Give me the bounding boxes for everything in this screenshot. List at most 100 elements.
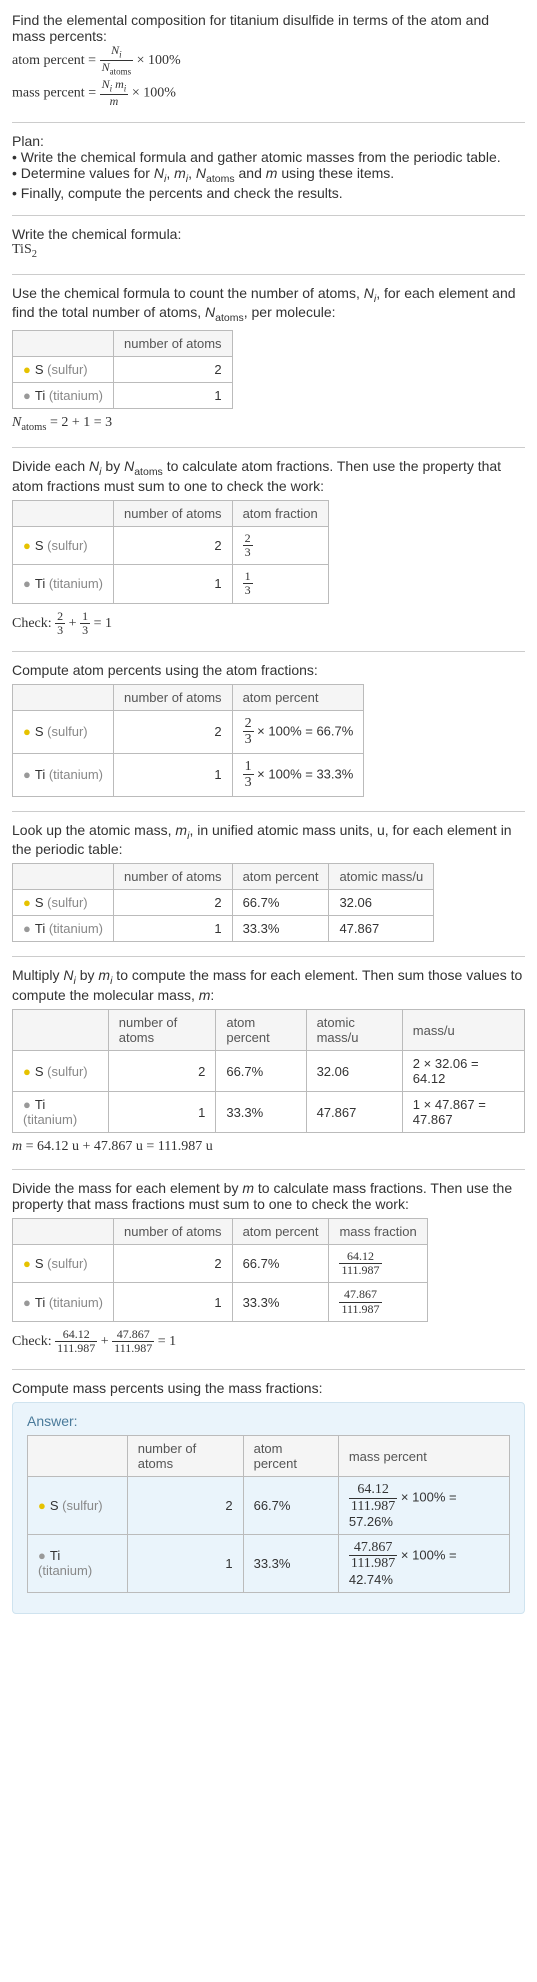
count-section: Use the chemical formula to count the nu… <box>12 285 525 433</box>
table-header-row: number of atoms atom percent atomic mass… <box>13 864 434 890</box>
s-mf-num: 64.12 <box>339 1250 381 1264</box>
header-natoms: number of atoms <box>114 500 233 526</box>
atomfrac-section: Divide each Ni by Natoms to calculate at… <box>12 458 525 637</box>
s-label: S <box>50 1498 62 1513</box>
ti-paren: (titanium) <box>49 388 103 403</box>
plan-b2-mid: and <box>235 165 266 181</box>
s-mf: 64.12111.987 <box>329 1245 427 1283</box>
header-natoms: number of atoms <box>114 331 233 357</box>
plan-b1: • Write the chemical formula and gather … <box>12 149 525 165</box>
header-frac: atom fraction <box>232 500 328 526</box>
titanium-cell: Ti (titanium) <box>13 1283 114 1321</box>
header-mass: atomic mass/u <box>329 864 434 890</box>
answer-box: Answer: number of atoms atom percent mas… <box>12 1402 525 1614</box>
atomfrac-text: Divide each Ni by Natoms to calculate at… <box>12 458 525 494</box>
mass-text: Look up the atomic mass, mi, in unified … <box>12 822 525 858</box>
divider <box>12 215 525 216</box>
header-mf: mass fraction <box>329 1219 427 1245</box>
s-count: 2 <box>108 1051 216 1092</box>
massfrac-text: Divide the mass for each element by m to… <box>12 1180 525 1212</box>
s-ans-num: 64.12 <box>349 1482 397 1498</box>
ap-lhs: atom percent = <box>12 53 100 68</box>
massfrac-section: Divide the mass for each element by m to… <box>12 1180 525 1355</box>
empty-header <box>28 1436 128 1477</box>
ti-count: 1 <box>114 1283 233 1321</box>
mp-times: × 100% <box>132 85 176 100</box>
ti-frac-num: 1 <box>243 570 253 584</box>
natoms-eq: Natoms = 2 + 1 = 3 <box>12 415 525 433</box>
formula-sub: 2 <box>32 249 37 260</box>
s-count: 2 <box>127 1477 243 1535</box>
ti-paren: (titanium) <box>23 1112 77 1127</box>
mf-pre: Divide the mass for each element by <box>12 1180 242 1196</box>
molmass-table: number of atoms atom percent atomic mass… <box>12 1009 525 1133</box>
mm-end: : <box>210 987 214 1003</box>
af-pre: Divide each <box>12 458 89 474</box>
mp-lhs: mass percent = <box>12 85 100 100</box>
s-count: 2 <box>114 357 233 383</box>
ti-label: Ti <box>35 767 49 782</box>
s-mass: 32.06 <box>329 890 434 916</box>
plan-b3: • Finally, compute the percents and chec… <box>12 185 525 201</box>
ti-pct: 13 × 100% = 33.3% <box>232 753 364 796</box>
ti-paren: (titanium) <box>49 767 103 782</box>
s-pct: 66.7% <box>232 890 329 916</box>
plan-b2-post: using these items. <box>277 165 394 181</box>
answer-label: Answer: <box>27 1413 510 1429</box>
ti-label: Ti <box>35 1295 49 1310</box>
header-natoms: number of atoms <box>127 1436 243 1477</box>
ti-mass: 1 × 47.867 = 47.867 <box>402 1092 524 1133</box>
s-count: 2 <box>114 1245 233 1283</box>
sulfur-cell: S (sulfur) <box>13 357 114 383</box>
check-eq: Check: 64.12111.987 + 47.867111.987 = 1 <box>12 1328 525 1355</box>
sulfur-cell: S (sulfur) <box>13 710 114 753</box>
ti-label: Ti <box>35 576 49 591</box>
molmass-eq: m = 64.12 u + 47.867 u = 111.987 u <box>12 1139 525 1155</box>
formula-label: Write the chemical formula: <box>12 226 525 242</box>
s-amass: 32.06 <box>306 1051 402 1092</box>
header-natoms: number of atoms <box>108 1010 216 1051</box>
header-pct: atom percent <box>216 1010 306 1051</box>
ti-pct: 33.3% <box>232 916 329 942</box>
check-pre: Check: <box>12 615 55 630</box>
table-header-row: number of atoms atom fraction <box>13 500 329 526</box>
ti-pct: 33.3% <box>243 1535 338 1593</box>
ti-label: Ti <box>35 388 49 403</box>
table-row: S (sulfur) 2 66.7% 32.06 <box>13 890 434 916</box>
table-header-row: number of atoms atom percent mass fracti… <box>13 1219 428 1245</box>
header-amass: atomic mass/u <box>306 1010 402 1051</box>
check-pre: Check: <box>12 1334 55 1349</box>
ti-paren: (titanium) <box>49 576 103 591</box>
table-row: Ti (titanium) 1 33.3% 47.867 1 × 47.867 … <box>13 1092 525 1133</box>
s-paren: (sulfur) <box>47 538 87 553</box>
table-row: S (sulfur) 2 23 <box>13 526 329 564</box>
ti-pct-num: 1 <box>243 759 254 775</box>
empty-header <box>13 1010 109 1051</box>
divider <box>12 447 525 448</box>
af-mid: by <box>102 458 125 474</box>
s-mf-den: 111.987 <box>339 1264 381 1277</box>
s-label: S <box>35 362 47 377</box>
s-ans-den: 111.987 <box>349 1499 397 1514</box>
table-header-row: number of atoms atom percent atomic mass… <box>13 1010 525 1051</box>
ti-paren: (titanium) <box>49 921 103 936</box>
sulfur-cell: S (sulfur) <box>13 526 114 564</box>
table-row: Ti (titanium) 1 33.3% 47.867 <box>13 916 434 942</box>
table-row: S (sulfur) 2 66.7% 32.06 2 × 32.06 = 64.… <box>13 1051 525 1092</box>
s-label: S <box>35 1064 47 1079</box>
divider <box>12 651 525 652</box>
titanium-cell: Ti (titanium) <box>13 753 114 796</box>
plan-b2-pre: • Determine values for <box>12 165 154 181</box>
ti-frac: 13 <box>232 565 328 603</box>
s-frac: 23 <box>232 526 328 564</box>
titanium-cell: Ti (titanium) <box>28 1535 128 1593</box>
s-pct: 66.7% <box>232 1245 329 1283</box>
mass-section: Look up the atomic mass, mi, in unified … <box>12 822 525 943</box>
s-paren: (sulfur) <box>62 1498 102 1513</box>
ti-count: 1 <box>114 565 233 603</box>
s-label: S <box>35 538 47 553</box>
header-natoms: number of atoms <box>114 1219 233 1245</box>
header-pct: atom percent <box>232 864 329 890</box>
divider <box>12 1169 525 1170</box>
table-header-row: number of atoms <box>13 331 233 357</box>
